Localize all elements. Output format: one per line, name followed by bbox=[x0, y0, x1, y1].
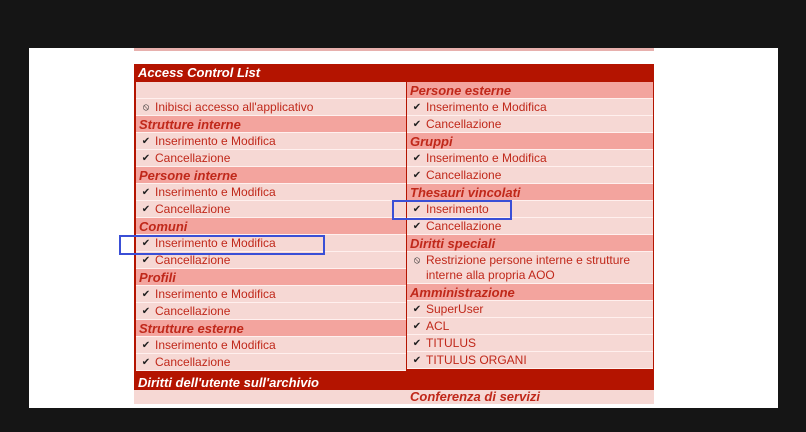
section-header-diritti-speciali: Diritti speciali bbox=[407, 235, 653, 252]
check-icon: ✔ bbox=[412, 153, 422, 164]
check-icon: ✔ bbox=[412, 119, 422, 130]
acl-right-column: Persone esterne ✔ Inserimento e Modifica ✔ C… bbox=[407, 82, 653, 369]
section-header-comuni: Comuni bbox=[136, 218, 406, 235]
check-icon: ✔ bbox=[141, 289, 151, 300]
permission-amministrazione-titulus[interactable]: ✔ TITULUS bbox=[407, 335, 653, 352]
permission-persone-esterne-cancellazione[interactable]: ✔ Cancellazione bbox=[407, 116, 653, 133]
permission-label: TITULUS ORGANI bbox=[426, 353, 527, 367]
permission-gruppi-inserimento-e-modifica[interactable]: ✔ Inserimento e Modifica bbox=[407, 150, 653, 167]
top-divider bbox=[134, 48, 654, 51]
check-icon: ✔ bbox=[412, 338, 422, 349]
permission-profili-inserimento-e-modifica[interactable]: ✔ Inserimento e Modifica bbox=[136, 286, 406, 303]
section-header-thesauri-vincolati: Thesauri vincolati bbox=[407, 184, 653, 201]
permission-strutture-interne-cancellazione[interactable]: ✔ Cancellazione bbox=[136, 150, 406, 167]
permission-general-inibisci-accesso-all-applicativo[interactable]: ⦸ Inibisci accesso all'applicativo bbox=[136, 99, 406, 116]
permission-label: Restrizione persone interne e strutture … bbox=[426, 253, 631, 282]
forbidden-icon: ⦸ bbox=[142, 102, 150, 113]
check-icon: ✔ bbox=[141, 340, 151, 351]
permission-label: Inserimento e Modifica bbox=[426, 151, 547, 165]
check-icon: ✔ bbox=[412, 221, 422, 232]
permission-profili-cancellazione[interactable]: ✔ Cancellazione bbox=[136, 303, 406, 320]
permission-label: Inserimento e Modifica bbox=[155, 338, 276, 352]
section-header-amministrazione: Amministrazione bbox=[407, 284, 653, 301]
permission-label: Cancellazione bbox=[426, 219, 502, 233]
check-icon: ✔ bbox=[141, 153, 151, 164]
section-header-persone-interne: Persone interne bbox=[136, 167, 406, 184]
permission-gruppi-cancellazione[interactable]: ✔ Cancellazione bbox=[407, 167, 653, 184]
acl-left-column: ⦸ Inibisci accesso all'applicativo Struttu… bbox=[136, 82, 406, 371]
permission-amministrazione-titulus-organi[interactable]: ✔ TITULUS ORGANI bbox=[407, 352, 653, 369]
section-header-strutture-esterne: Strutture esterne bbox=[136, 320, 406, 337]
section-header-persone-esterne: Persone esterne bbox=[407, 82, 653, 99]
permission-label: Cancellazione bbox=[155, 304, 231, 318]
permission-label: Inserimento e Modifica bbox=[155, 185, 276, 199]
section-header-gruppi: Gruppi bbox=[407, 133, 653, 150]
permission-label: SuperUser bbox=[426, 302, 484, 316]
check-icon: ✔ bbox=[412, 355, 422, 366]
check-icon: ✔ bbox=[412, 304, 422, 315]
permission-strutture-esterne-cancellazione[interactable]: ✔ Cancellazione bbox=[136, 354, 406, 371]
check-icon: ✔ bbox=[412, 321, 422, 332]
conferenza-section-header: Conferenza di servizi bbox=[410, 389, 541, 404]
permission-strutture-interne-inserimento-e-modifica[interactable]: ✔ Inserimento e Modifica bbox=[136, 133, 406, 150]
acl-panel: Access Control List ⦸ Inibisci accesso al… bbox=[134, 64, 654, 404]
permission-label: Cancellazione bbox=[155, 151, 231, 165]
permission-diritti-speciali-restrizione-persone-interne-e-strutture-interne-alla-propria-aoo[interactable]: ⦸ Restrizione persone interne e strutture… bbox=[407, 252, 653, 284]
check-icon: ✔ bbox=[141, 357, 151, 368]
forbidden-icon: ⦸ bbox=[413, 255, 421, 266]
section-header-strutture-interne: Strutture interne bbox=[136, 116, 406, 133]
permission-label: Cancellazione bbox=[426, 117, 502, 131]
check-icon: ✔ bbox=[412, 170, 422, 181]
permission-amministrazione-superuser[interactable]: ✔ SuperUser bbox=[407, 301, 653, 318]
permission-label: Cancellazione bbox=[155, 355, 231, 369]
permission-thesauri-vincolati-cancellazione[interactable]: ✔ Cancellazione bbox=[407, 218, 653, 235]
check-icon: ✔ bbox=[412, 102, 422, 113]
acl-title: Access Control List bbox=[138, 65, 261, 80]
check-icon: ✔ bbox=[141, 187, 151, 198]
permission-persone-interne-inserimento-e-modifica[interactable]: ✔ Inserimento e Modifica bbox=[136, 184, 406, 201]
check-icon: ✔ bbox=[141, 204, 151, 215]
permission-persone-esterne-inserimento-e-modifica[interactable]: ✔ Inserimento e Modifica bbox=[407, 99, 653, 116]
permission-label: Inserimento e Modifica bbox=[426, 100, 547, 114]
permission-label: Cancellazione bbox=[155, 202, 231, 216]
permission-amministrazione-acl[interactable]: ✔ ACL bbox=[407, 318, 653, 335]
permission-persone-interne-cancellazione[interactable]: ✔ Cancellazione bbox=[136, 201, 406, 218]
permission-strutture-esterne-inserimento-e-modifica[interactable]: ✔ Inserimento e Modifica bbox=[136, 337, 406, 354]
highlight-comuni-insert bbox=[119, 235, 325, 255]
permission-label: Inserimento e Modifica bbox=[155, 287, 276, 301]
check-icon: ✔ bbox=[141, 136, 151, 147]
permission-label: TITULUS bbox=[426, 336, 477, 350]
section-header-profili: Profili bbox=[136, 269, 406, 286]
permission-label: Cancellazione bbox=[426, 168, 502, 182]
permission-label: Inserimento e Modifica bbox=[155, 134, 276, 148]
check-icon: ✔ bbox=[141, 306, 151, 317]
blank-row bbox=[136, 82, 406, 99]
highlight-thesauri-insert bbox=[392, 200, 512, 220]
permission-label: Inibisci accesso all'applicativo bbox=[155, 100, 314, 114]
permission-label: ACL bbox=[426, 319, 450, 333]
